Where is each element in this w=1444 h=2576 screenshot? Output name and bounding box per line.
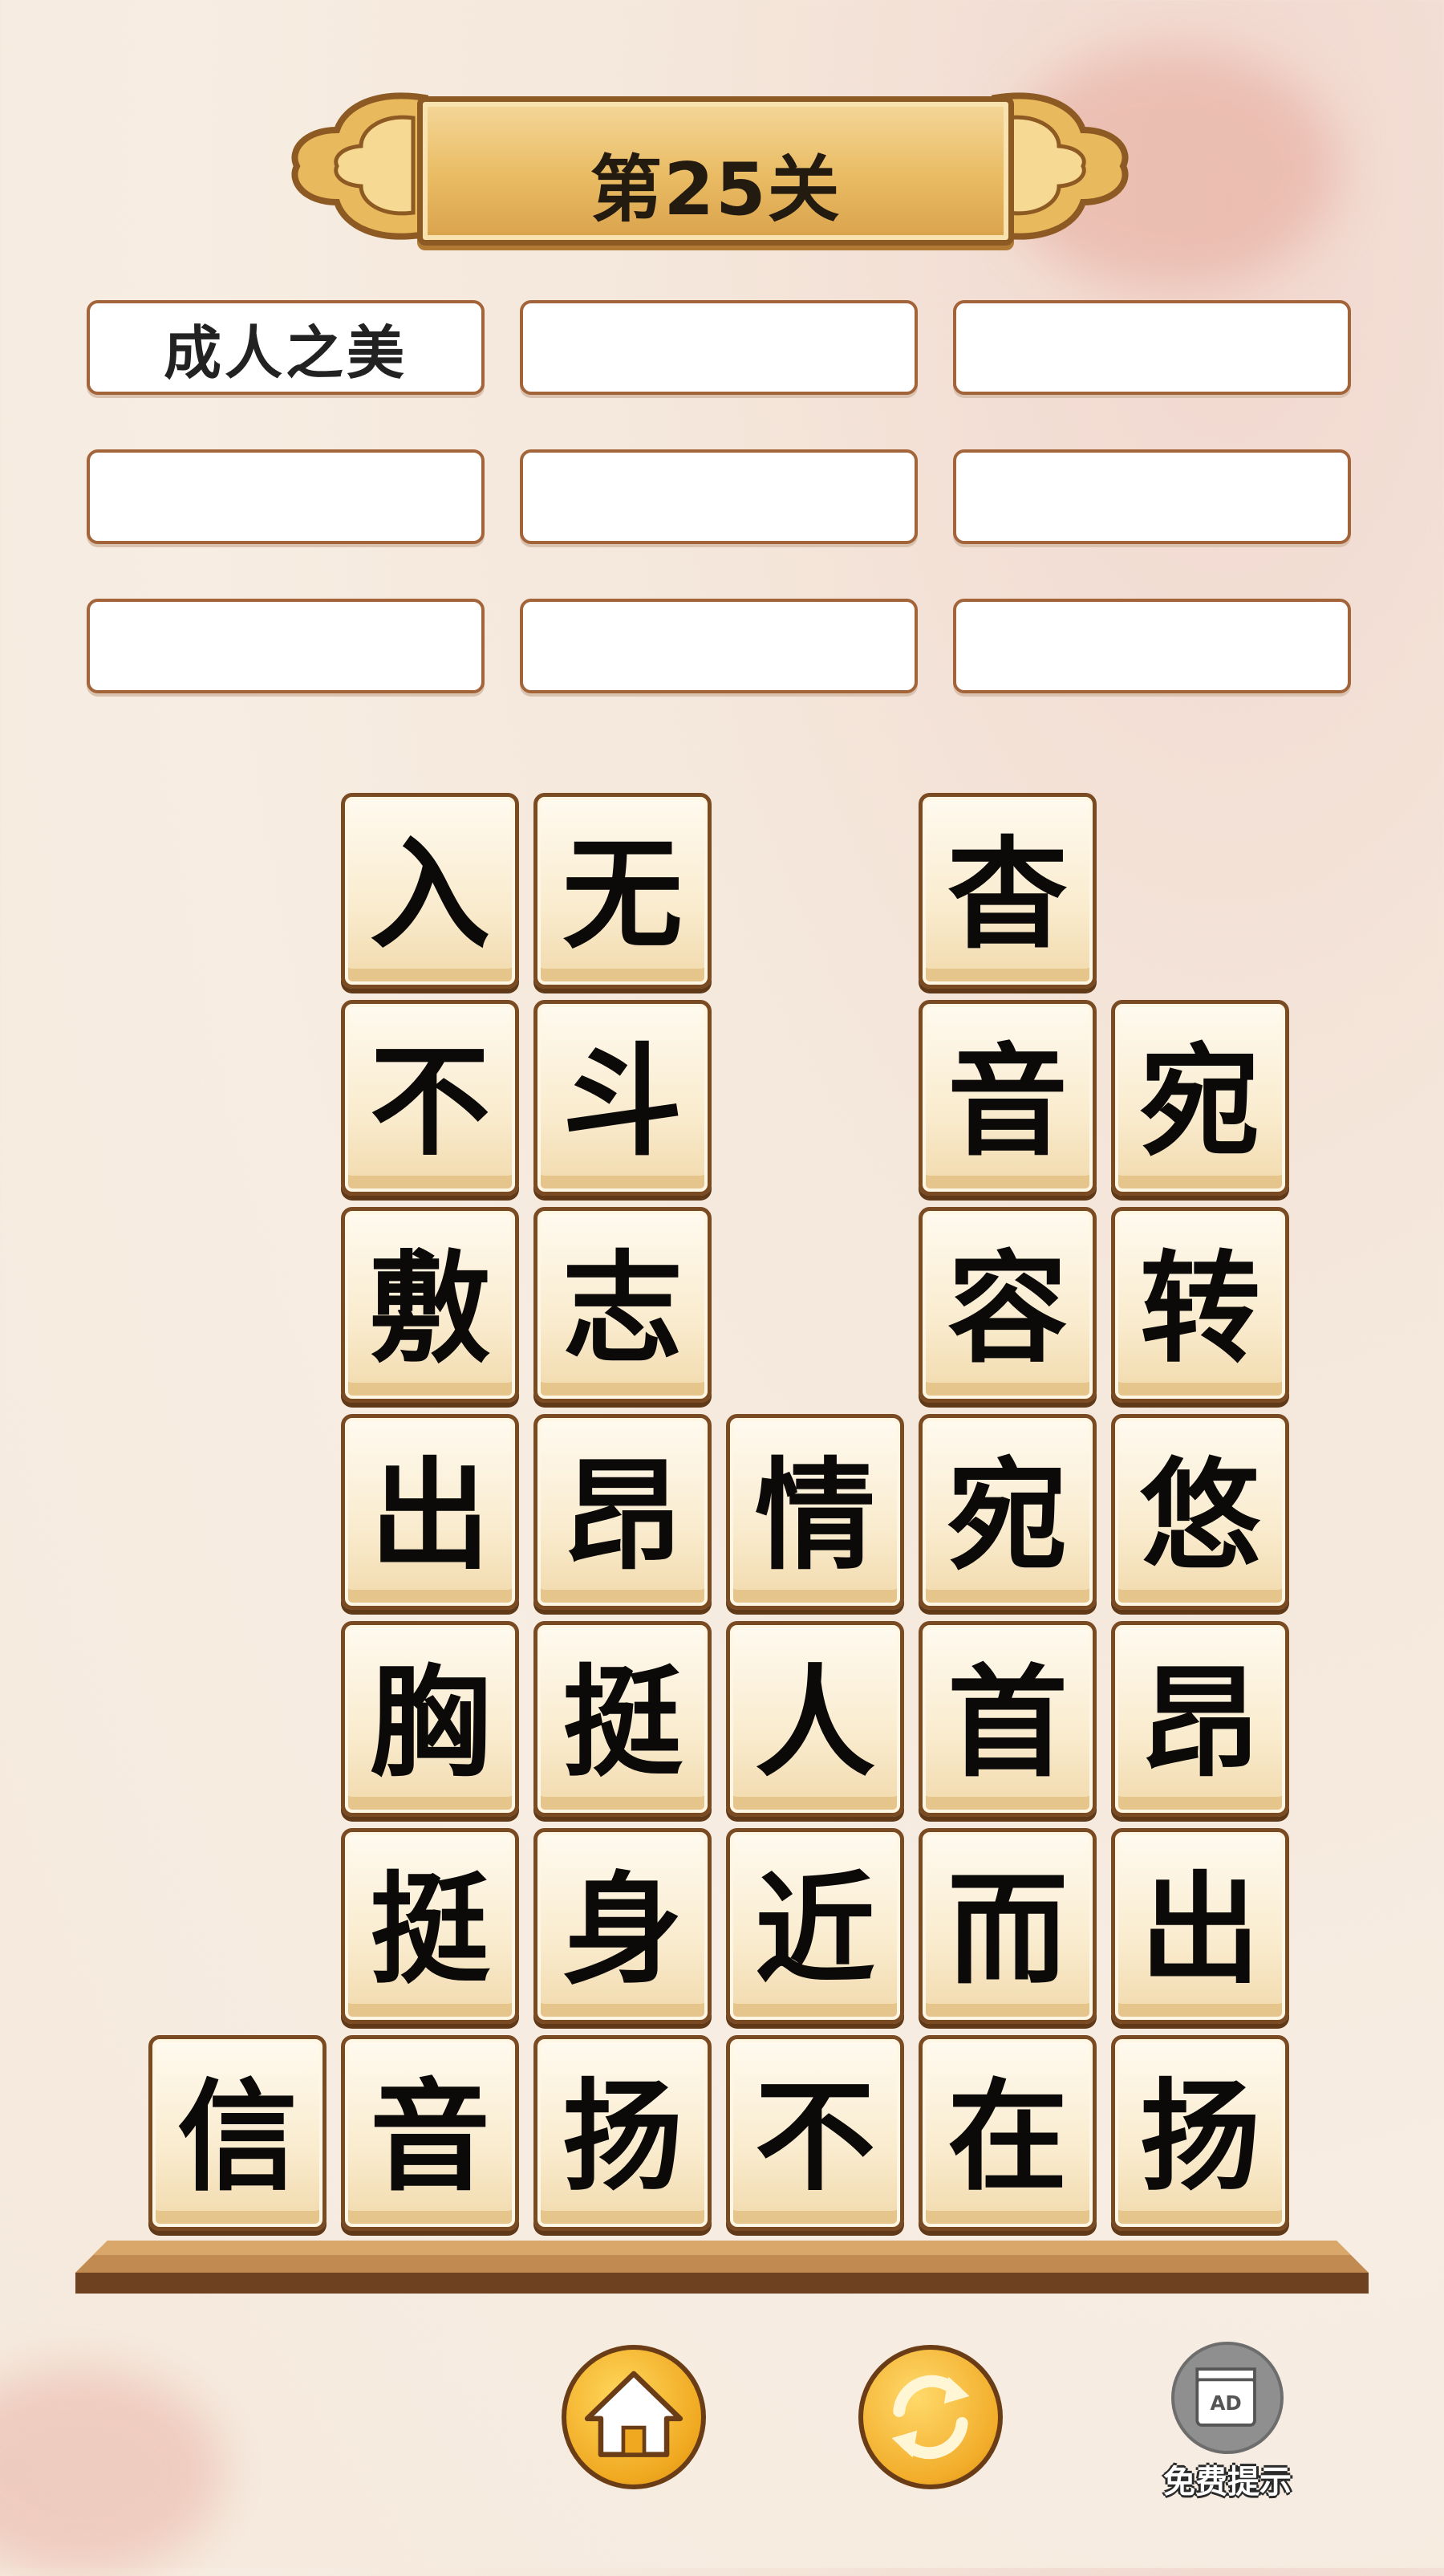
character-tile[interactable]: 挺 <box>533 1621 712 1817</box>
character-tile[interactable]: 宛 <box>919 1414 1097 1610</box>
character-tile[interactable]: 出 <box>341 1414 519 1610</box>
free-hint-label: 免费提示 <box>1163 2464 1292 2501</box>
clapperboard-icon: AD <box>1195 2367 1256 2427</box>
character-tile[interactable]: 不 <box>726 2035 904 2231</box>
answer-slot[interactable] <box>87 449 485 544</box>
answer-slot[interactable] <box>87 599 485 693</box>
answer-slot[interactable]: 成人之美 <box>87 300 485 395</box>
level-banner: 第25关 <box>281 74 1139 258</box>
character-tile[interactable]: 身 <box>533 1828 712 2024</box>
character-tile[interactable]: 宛 <box>1111 1000 1289 1196</box>
character-tile[interactable]: 胸 <box>341 1621 519 1817</box>
character-tile[interactable]: 不 <box>341 1000 519 1196</box>
character-tile[interactable]: 情 <box>726 1414 904 1610</box>
character-tile[interactable]: 敷 <box>341 1207 519 1403</box>
character-tile[interactable]: 容 <box>919 1207 1097 1403</box>
banner-left-ornament <box>291 92 428 240</box>
character-tile[interactable]: 信 <box>148 2035 327 2231</box>
wooden-shelf <box>75 2241 1369 2294</box>
answer-slot[interactable] <box>953 599 1351 693</box>
level-title: 第25关 <box>590 148 842 232</box>
character-tile[interactable]: 昂 <box>1111 1621 1289 1817</box>
character-tile[interactable]: 昂 <box>533 1414 712 1610</box>
character-tile[interactable]: 音 <box>341 2035 519 2231</box>
character-tile[interactable]: 杳 <box>919 793 1097 989</box>
character-tile[interactable]: 扬 <box>533 2035 712 2231</box>
home-icon <box>584 2371 683 2457</box>
character-tile[interactable]: 无 <box>533 793 712 989</box>
character-tile[interactable]: 在 <box>919 2035 1097 2231</box>
character-tile[interactable]: 斗 <box>533 1000 712 1196</box>
character-tile[interactable]: 出 <box>1111 1828 1289 2024</box>
character-tile[interactable]: 转 <box>1111 1207 1289 1403</box>
character-tile[interactable]: 扬 <box>1111 2035 1289 2231</box>
character-tile[interactable]: 人 <box>726 1621 904 1817</box>
background-blossom <box>0 2367 225 2576</box>
answer-slot[interactable] <box>520 599 918 693</box>
free-hint-button[interactable]: AD <box>1171 2342 1284 2454</box>
banner-plate: 第25关 <box>417 96 1014 246</box>
answer-slot[interactable] <box>953 300 1351 395</box>
home-button[interactable] <box>562 2345 706 2489</box>
character-tile[interactable]: 音 <box>919 1000 1097 1196</box>
character-tile[interactable]: 而 <box>919 1828 1097 2024</box>
answer-slot[interactable] <box>520 449 918 544</box>
ad-badge-text: AD <box>1210 2391 1241 2415</box>
character-tile[interactable]: 志 <box>533 1207 712 1403</box>
character-tile[interactable]: 入 <box>341 793 519 989</box>
refresh-button[interactable] <box>858 2345 1003 2489</box>
answer-slot[interactable] <box>953 449 1351 544</box>
answer-slot[interactable] <box>520 300 918 395</box>
character-tile[interactable]: 首 <box>919 1621 1097 1817</box>
character-tile[interactable]: 悠 <box>1111 1414 1289 1610</box>
character-tile[interactable]: 近 <box>726 1828 904 2024</box>
refresh-icon <box>891 2375 970 2460</box>
character-tile[interactable]: 挺 <box>341 1828 519 2024</box>
